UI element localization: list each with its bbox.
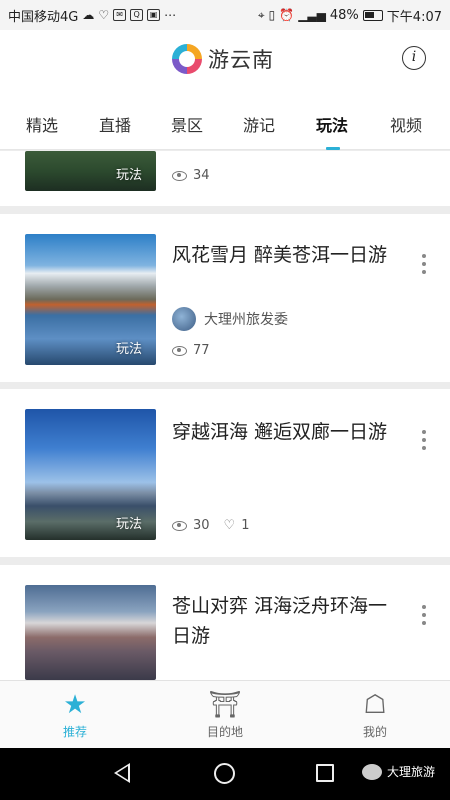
item-tag: 玩法 [115,517,142,532]
item-stats: 77 [172,343,210,358]
cloud-icon: ☁ [82,8,95,22]
signal-icon: ▁▃▅ [298,8,326,22]
like-icon: ♡ [223,518,236,533]
battery-percent: 48% [329,7,359,23]
nav-label: 目的地 [206,725,243,739]
view-count: 77 [193,343,210,358]
alarm-icon: ⏰ [279,8,295,22]
nav-label: 推荐 [62,725,87,739]
item-author[interactable]: 大理州旅发委 [172,307,288,331]
item-title[interactable]: 风花雪月 醉美苍洱一日游 [172,240,400,270]
list-item[interactable]: 苍山对弈 洱海泛舟环海一日游 [0,565,450,680]
item-stats: 34 [172,168,210,183]
profile-icon: ☖ [363,690,387,720]
app-logo: 游云南 [172,44,274,74]
tab-live[interactable]: 直播 [99,112,131,136]
tab-video[interactable]: 视频 [390,112,422,136]
system-nav-bar: 大理旅游 [0,748,450,800]
watermark: 大理旅游 [362,763,435,780]
home-icon[interactable] [214,763,235,784]
logo-text: 游云南 [208,48,274,72]
status-bar: 中国移动4G ☁ ♡ ✉ Q ▣ ⋯ ⌖ ▯ ⏰ ▁▃▅ 48% 下午4:07 [0,0,450,30]
q-app-icon: Q [130,9,144,21]
more-options-icon[interactable] [422,430,426,454]
nav-recommend[interactable]: ★ 推荐 [30,687,120,740]
clock: 下午4:07 [386,9,442,25]
eye-icon [172,345,187,356]
view-count: 34 [193,168,210,183]
category-tabs: 精选 直播 景区 游记 玩法 视频 [0,92,450,150]
carrier-label: 中国移动4G [8,9,79,25]
active-tab-indicator [326,147,340,150]
nav-mine[interactable]: ☖ 我的 [330,687,420,740]
wechat-logo-icon [362,763,382,780]
back-icon[interactable] [114,763,130,783]
more-options-icon[interactable] [422,605,426,629]
recent-apps-icon[interactable] [316,764,334,782]
item-title[interactable]: 苍山对弈 洱海泛舟环海一日游 [172,591,400,651]
wechat-icon: ✉ [113,9,127,21]
tab-scenic[interactable]: 景区 [171,112,203,136]
more-options-icon[interactable] [422,254,426,278]
image-icon: ▣ [147,9,161,21]
item-tag: 玩法 [115,342,142,357]
item-stats: 30 ♡ 1 [172,518,249,533]
item-thumbnail: 玩法 [25,409,156,540]
location-icon: ⌖ [257,7,265,22]
nav-destination[interactable]: ⛩ 目的地 [180,687,270,740]
eye-icon [172,170,187,181]
eye-icon [172,520,187,531]
logo-icon [172,44,202,74]
tab-featured[interactable]: 精选 [26,112,58,136]
app-header: 游云南 i [0,30,450,92]
nav-label: 我的 [362,725,387,739]
tab-play[interactable]: 玩法 [316,112,348,136]
watermark-text: 大理旅游 [387,765,436,779]
more-notifications-icon: ⋯ [164,8,177,22]
star-icon: ★ [63,690,87,720]
list-item[interactable]: 玩法 34 [0,151,450,206]
battery-icon [362,9,383,21]
vibrate-icon: ▯ [268,8,276,22]
author-name: 大理州旅发委 [204,312,288,328]
item-title[interactable]: 穿越洱海 邂逅双廊一日游 [172,417,400,447]
item-thumbnail: 玩法 [25,151,156,191]
avatar [172,307,196,331]
item-thumbnail: 玩法 [25,234,156,365]
info-button[interactable]: i [402,46,426,70]
list-item[interactable]: 玩法 风花雪月 醉美苍洱一日游 大理州旅发委 77 [0,214,450,382]
bottom-nav: ★ 推荐 ⛩ 目的地 ☖ 我的 [0,680,450,748]
tab-travelogue[interactable]: 游记 [243,112,275,136]
like-count: 1 [241,518,250,533]
info-icon: i [411,49,417,65]
pavilion-icon: ⛩ [208,690,242,720]
heartbeat-icon: ♡ [98,8,110,22]
view-count: 30 [193,518,210,533]
item-thumbnail [25,585,156,680]
list-item[interactable]: 玩法 穿越洱海 邂逅双廊一日游 30 ♡ 1 [0,389,450,557]
item-tag: 玩法 [115,168,142,183]
